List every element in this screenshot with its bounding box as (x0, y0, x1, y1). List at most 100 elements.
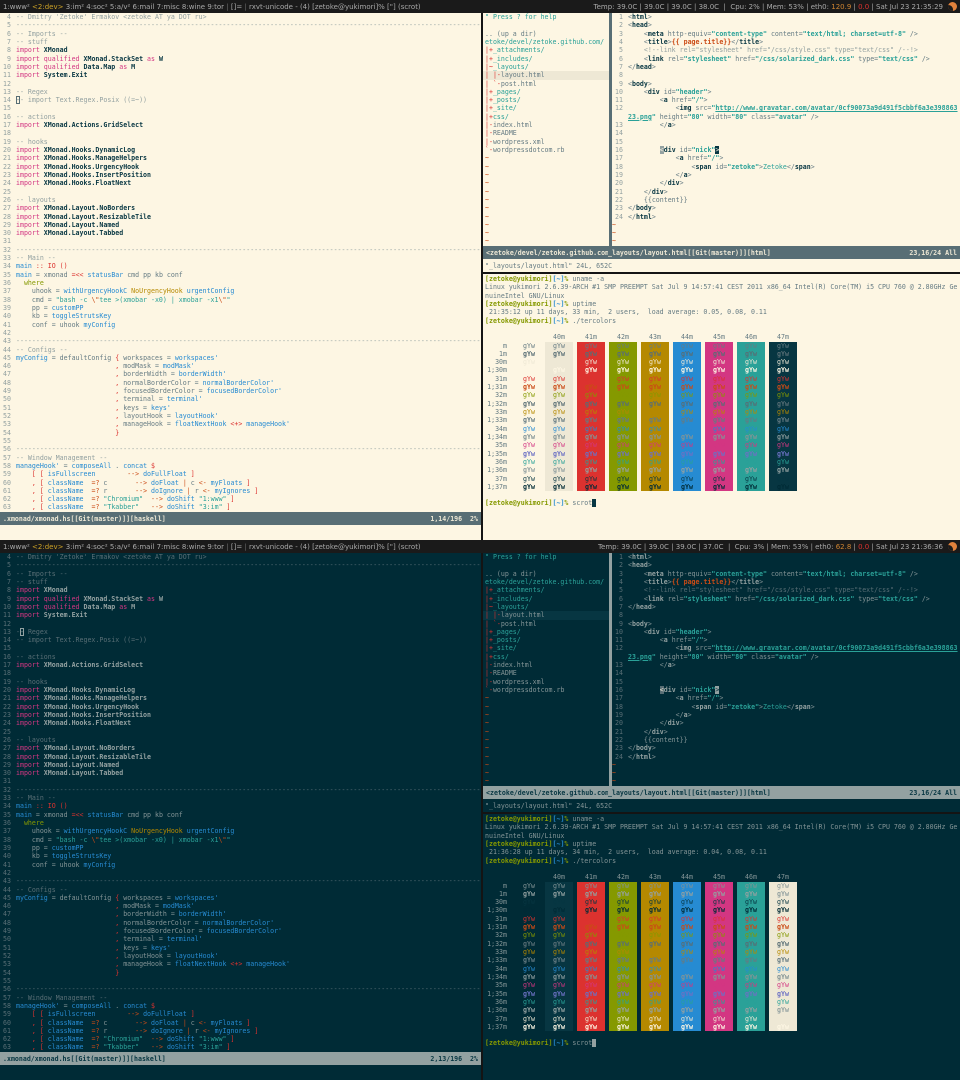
color-cell: gYw (641, 998, 669, 1006)
line-number: 14 (0, 96, 16, 104)
nerdtree-up-dir[interactable]: .. (up a dir) (483, 570, 609, 578)
text-segment: layoutHook = (119, 952, 175, 960)
workspace-list[interactable]: 1:www² <2:dev> 3:im² 4:soc² 5:a/v² 6:mai… (3, 543, 421, 551)
line-number: 48 (0, 379, 16, 387)
text-segment: "1:www" (199, 1035, 227, 1043)
fg-row-label: 36m (485, 458, 507, 466)
tree-item[interactable]: |+_pages/ (483, 88, 609, 96)
code-line: 54 } (0, 969, 481, 977)
tree-item[interactable]: |-wordpress.xml (483, 678, 609, 686)
color-cell: gYw (673, 425, 701, 433)
tree-item[interactable]: |+_attachments/ (483, 586, 609, 594)
line-number: 60 (0, 479, 16, 487)
color-cell: gYw (705, 475, 733, 483)
tree-item[interactable]: |-index.html (483, 661, 609, 669)
text-segment: -- stuff (16, 38, 48, 46)
vim-xmonad-config-window[interactable]: 4-- Dmitry 'Zetoke' Ermakov <zetoke AT y… (0, 553, 481, 1080)
html-editor-pane[interactable]: 1<html>2<head>3 <meta http-equiv="conten… (612, 553, 960, 786)
html-editor-pane[interactable]: 1<html>2<head>3 <meta http-equiv="conten… (612, 13, 960, 246)
vim-xmonad-config-window[interactable]: 4-- Dmitry 'Zetoke' Ermakov <zetoke AT y… (0, 13, 481, 540)
text-segment: import qualified (16, 603, 84, 611)
text-segment: div (668, 719, 680, 727)
color-cell: gYw (577, 948, 605, 956)
color-test-row: 1;33mgYwgYwgYwgYwgYwgYwgYwgYwgYw (483, 956, 960, 964)
text-segment: | Sat Jul 23 21:35:29 (869, 3, 943, 11)
code-area[interactable]: 1<html>2<head>3 <meta http-equiv="conten… (612, 553, 960, 786)
text-segment: [zetoke@yukimori] (485, 1039, 553, 1047)
tree-item[interactable]: |+_posts/ (483, 96, 609, 104)
color-cell: gYw (705, 350, 733, 358)
text-segment: []= (231, 543, 245, 551)
tree-item[interactable]: |~_layouts/ (483, 63, 609, 71)
text-segment: doIgnore (151, 487, 183, 495)
text-segment: > (672, 661, 676, 669)
color-cell: gYw (737, 458, 765, 466)
tree-item[interactable]: | |-layout.html (483, 71, 609, 79)
code-line: 19 </a> (612, 711, 960, 719)
color-cell: gYw (577, 898, 605, 906)
text-segment: _includes/ (493, 595, 533, 603)
line-number: 16 (612, 146, 628, 154)
tree-item[interactable]: |-README (483, 129, 609, 137)
color-cell: gYw (673, 375, 701, 383)
tree-item[interactable]: `-wordpressdotcom.rb (483, 686, 609, 694)
tree-item[interactable]: |-wordpress.xml (483, 138, 609, 146)
tree-item[interactable]: |+_includes/ (483, 595, 609, 603)
text-segment: [zetoke@yukimori] (485, 857, 553, 865)
color-cell-plain: gYw (517, 1006, 541, 1014)
text-segment: floatNextHook (175, 420, 227, 428)
tree-item[interactable]: |+css/ (483, 653, 609, 661)
code-area[interactable]: 4-- Dmitry 'Zetoke' Ermakov <zetoke AT y… (0, 553, 481, 1052)
tree-item[interactable]: | `-post.html (483, 80, 609, 88)
tree-item[interactable]: |+_pages/ (483, 628, 609, 636)
terminal-window[interactable]: [zetoke@yukimori][~]% uname -aLinux yuki… (483, 812, 960, 1080)
text-segment: "nick" (692, 686, 716, 694)
tree-item[interactable]: `-wordpressdotcom.rb (483, 146, 609, 154)
line-number: 4 (612, 578, 628, 586)
color-cell: gYw (705, 956, 733, 964)
tree-item[interactable]: |+_attachments/ (483, 46, 609, 54)
tree-item[interactable]: |+_site/ (483, 644, 609, 652)
color-cell: gYw (705, 940, 733, 948)
text-segment: |- (485, 138, 493, 146)
terminal-window[interactable]: [zetoke@yukimori][~]% uname -aLinux yuki… (483, 272, 960, 540)
tree-item[interactable]: |~_layouts/ (483, 603, 609, 611)
code-area[interactable]: 1<html>2<head>3 <meta http-equiv="conten… (612, 13, 960, 246)
text-segment: -- Dmitry 'Zetoke' Ermakov <zetoke AT ya… (16, 553, 207, 561)
color-cell: gYw (609, 342, 637, 350)
code-line: 42 (0, 329, 481, 337)
tree-item[interactable]: |-index.html (483, 121, 609, 129)
tree-item[interactable]: |+_site/ (483, 104, 609, 112)
text-segment: ~ (612, 777, 616, 785)
nerdtree-help: " Press ? for help (483, 13, 609, 21)
tree-item[interactable]: |-README (483, 669, 609, 677)
color-cell: gYw (577, 441, 605, 449)
text-segment: =? (91, 1019, 103, 1027)
code-area[interactable]: 4-- Dmitry 'Zetoke' Ermakov <zetoke AT y… (0, 13, 481, 512)
nerdtree-pane[interactable]: " Press ? for help.. (up a dir)etoke/dev… (483, 553, 609, 786)
color-cell: gYw (577, 940, 605, 948)
text-segment: rel= (664, 55, 684, 63)
workspace-list[interactable]: 1:www² <2:dev> 3:im² 4:soc² 5:a/v² 6:mai… (3, 3, 421, 11)
line-number: 16 (612, 686, 628, 694)
color-cell: gYw (609, 375, 637, 383)
tree-item[interactable]: |+_posts/ (483, 636, 609, 644)
color-test-row: 1;36mgYwgYwgYwgYwgYwgYwgYwgYwgYw (483, 466, 960, 474)
tree-item[interactable]: | |-layout.html (483, 611, 609, 619)
tree-item[interactable]: | `-post.html (483, 620, 609, 628)
color-cell: gYw (641, 990, 669, 998)
text-segment: --> (127, 1010, 143, 1018)
text-segment: href= (684, 154, 708, 162)
text-segment: XMonad.Hooks.InsertPosition (44, 171, 151, 179)
text-segment: > (652, 204, 656, 212)
line-number: 22 (612, 196, 628, 204)
text-segment: scrot (568, 499, 592, 507)
color-cell: gYw (673, 466, 701, 474)
color-cell: gYw (545, 1006, 573, 1014)
nerdtree-up-dir[interactable]: .. (up a dir) (483, 30, 609, 38)
line-number: 49 (0, 927, 16, 935)
nerdtree-pane[interactable]: " Press ? for help.. (up a dir)etoke/dev… (483, 13, 609, 246)
tree-item[interactable]: |+_includes/ (483, 55, 609, 63)
tree-item[interactable]: |+css/ (483, 113, 609, 121)
terminal-output-line: 21:35:12 up 11 days, 33 min, 2 users, lo… (483, 308, 960, 316)
